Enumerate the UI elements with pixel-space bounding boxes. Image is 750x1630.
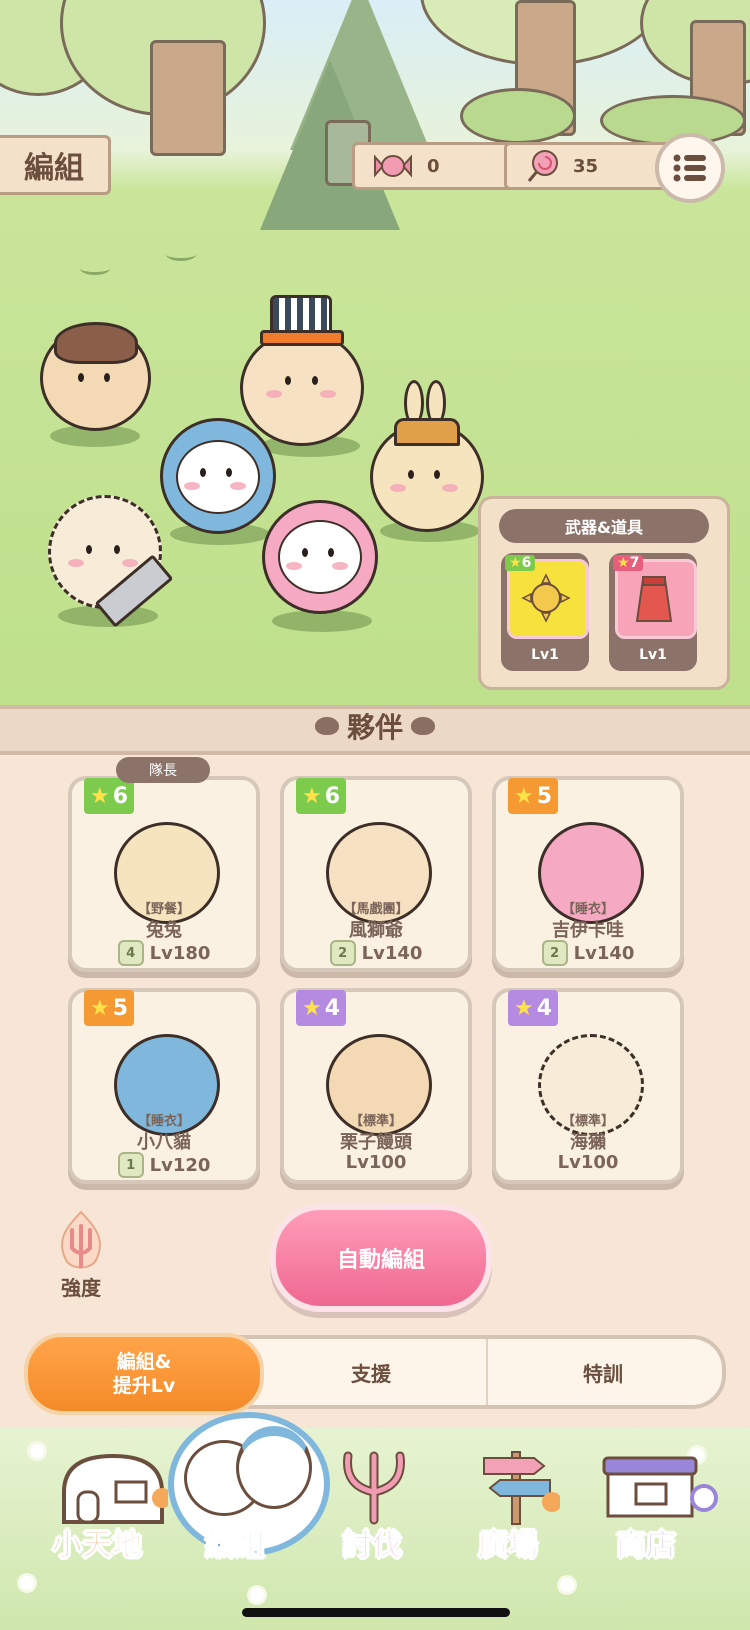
weapon-star-badge: ★6 bbox=[505, 555, 536, 571]
partner-name: 風獅爺 bbox=[349, 920, 403, 941]
costume-tag: 【馬戲團】 bbox=[343, 902, 409, 917]
weapons-title: 武器&道具 bbox=[499, 509, 709, 543]
nav-team[interactable]: 編組 bbox=[205, 1520, 266, 1564]
partners-heading: 夥伴 bbox=[305, 706, 445, 746]
star-badge: ★ 6 bbox=[84, 778, 134, 814]
home-hut-icon bbox=[62, 1453, 168, 1524]
rank-badge: 1 bbox=[117, 1152, 144, 1178]
partner-card[interactable]: ★ 5 【睡衣】 小八貓 1 Lv120 bbox=[68, 988, 260, 1184]
star-badge: ★ 4 bbox=[508, 990, 558, 1026]
partner-level: Lv120 bbox=[149, 1154, 211, 1176]
lollipop-icon bbox=[527, 150, 558, 182]
page-title: 編組 bbox=[0, 135, 111, 195]
partner-name: 吉伊卡哇 bbox=[552, 920, 624, 941]
rank-badge: 2 bbox=[541, 940, 568, 966]
partner-card[interactable]: ★ 6 【馬戲團】 風獅爺 2 Lv140 bbox=[280, 776, 472, 972]
list-icon bbox=[673, 154, 706, 182]
candy-icon bbox=[374, 154, 412, 178]
weapon-slot[interactable]: ★6 Lv1 bbox=[501, 553, 589, 671]
partner-name: 小八貓 bbox=[137, 1132, 191, 1153]
nav-battle[interactable]: 討伐 bbox=[342, 1520, 403, 1564]
partner-level: Lv140 bbox=[573, 942, 635, 964]
partner-card[interactable]: ★ 6 【野餐】 兔兔 4 Lv180 bbox=[68, 776, 260, 972]
fork-weapon-icon bbox=[343, 1451, 405, 1525]
leader-tag: 隊長 bbox=[116, 757, 210, 783]
nav-home[interactable]: 小天地 bbox=[52, 1520, 143, 1564]
partner-card[interactable]: ★ 5 【睡衣】 吉伊卡哇 2 Lv140 bbox=[492, 776, 684, 972]
strength-label: 強度 bbox=[61, 1276, 101, 1300]
partner-level: Lv180 bbox=[149, 942, 211, 964]
home-indicator bbox=[242, 1608, 510, 1617]
partner-card[interactable]: ★ 4 【標準】 栗子饅頭 Lv100 bbox=[280, 988, 472, 1184]
auto-formation-button[interactable]: 自動編組 bbox=[270, 1204, 492, 1312]
partner-level: Lv140 bbox=[361, 942, 423, 964]
partner-level: Lv100 bbox=[345, 1152, 407, 1173]
tab-support[interactable]: 支援 bbox=[256, 1339, 488, 1405]
partner-level: Lv100 bbox=[557, 1152, 619, 1173]
weapon-level: Lv1 bbox=[531, 647, 559, 663]
partner-card[interactable]: ★ 4 【標準】 海獺 Lv100 bbox=[492, 988, 684, 1184]
costume-tag: 【標準】 bbox=[349, 1114, 402, 1129]
star-badge: ★ 5 bbox=[508, 778, 558, 814]
candy-count: 0 bbox=[427, 155, 440, 177]
costume-tag: 【標準】 bbox=[561, 1114, 614, 1129]
cape-icon bbox=[635, 576, 673, 622]
item-slot[interactable]: ★7 Lv1 bbox=[609, 553, 697, 671]
partner-name: 海獺 bbox=[570, 1132, 606, 1153]
lollipop-count: 35 bbox=[573, 155, 599, 177]
rank-badge: 4 bbox=[117, 940, 144, 966]
paw-icon bbox=[411, 717, 435, 735]
star-badge: ★ 5 bbox=[84, 990, 134, 1026]
nav-plaza[interactable]: 廣場 bbox=[478, 1520, 539, 1564]
team-characters-icon bbox=[236, 1426, 312, 1509]
costume-tag: 【野餐】 bbox=[137, 902, 190, 917]
partner-name: 兔兔 bbox=[146, 920, 182, 941]
item-level: Lv1 bbox=[639, 647, 667, 663]
nav-shop[interactable]: 商店 bbox=[616, 1520, 677, 1564]
flame-fork-icon bbox=[61, 1210, 101, 1269]
strength-button[interactable]: 強度 bbox=[46, 1210, 116, 1300]
signpost-icon bbox=[483, 1451, 560, 1525]
tab-team-level-up[interactable]: 編組& 提升Lv bbox=[24, 1333, 264, 1415]
tab-training[interactable]: 特訓 bbox=[488, 1339, 718, 1405]
sub-tab-bar: 支援 特訓 編組& 提升Lv bbox=[24, 1333, 726, 1415]
sun-shield-icon bbox=[521, 573, 571, 623]
costume-tag: 【睡衣】 bbox=[137, 1114, 190, 1129]
shop-icon bbox=[602, 1456, 718, 1518]
paw-icon bbox=[314, 717, 339, 735]
menu-button[interactable] bbox=[655, 133, 725, 203]
rank-badge: 2 bbox=[329, 940, 356, 966]
weapons-panel: 武器&道具 ★6 Lv1 ★7 Lv1 bbox=[478, 496, 730, 690]
item-star-badge: ★7 bbox=[613, 555, 644, 571]
partner-name: 栗子饅頭 bbox=[340, 1132, 412, 1153]
costume-tag: 【睡衣】 bbox=[561, 902, 614, 917]
star-badge: ★ 6 bbox=[296, 778, 346, 814]
star-badge: ★ 4 bbox=[296, 990, 346, 1026]
